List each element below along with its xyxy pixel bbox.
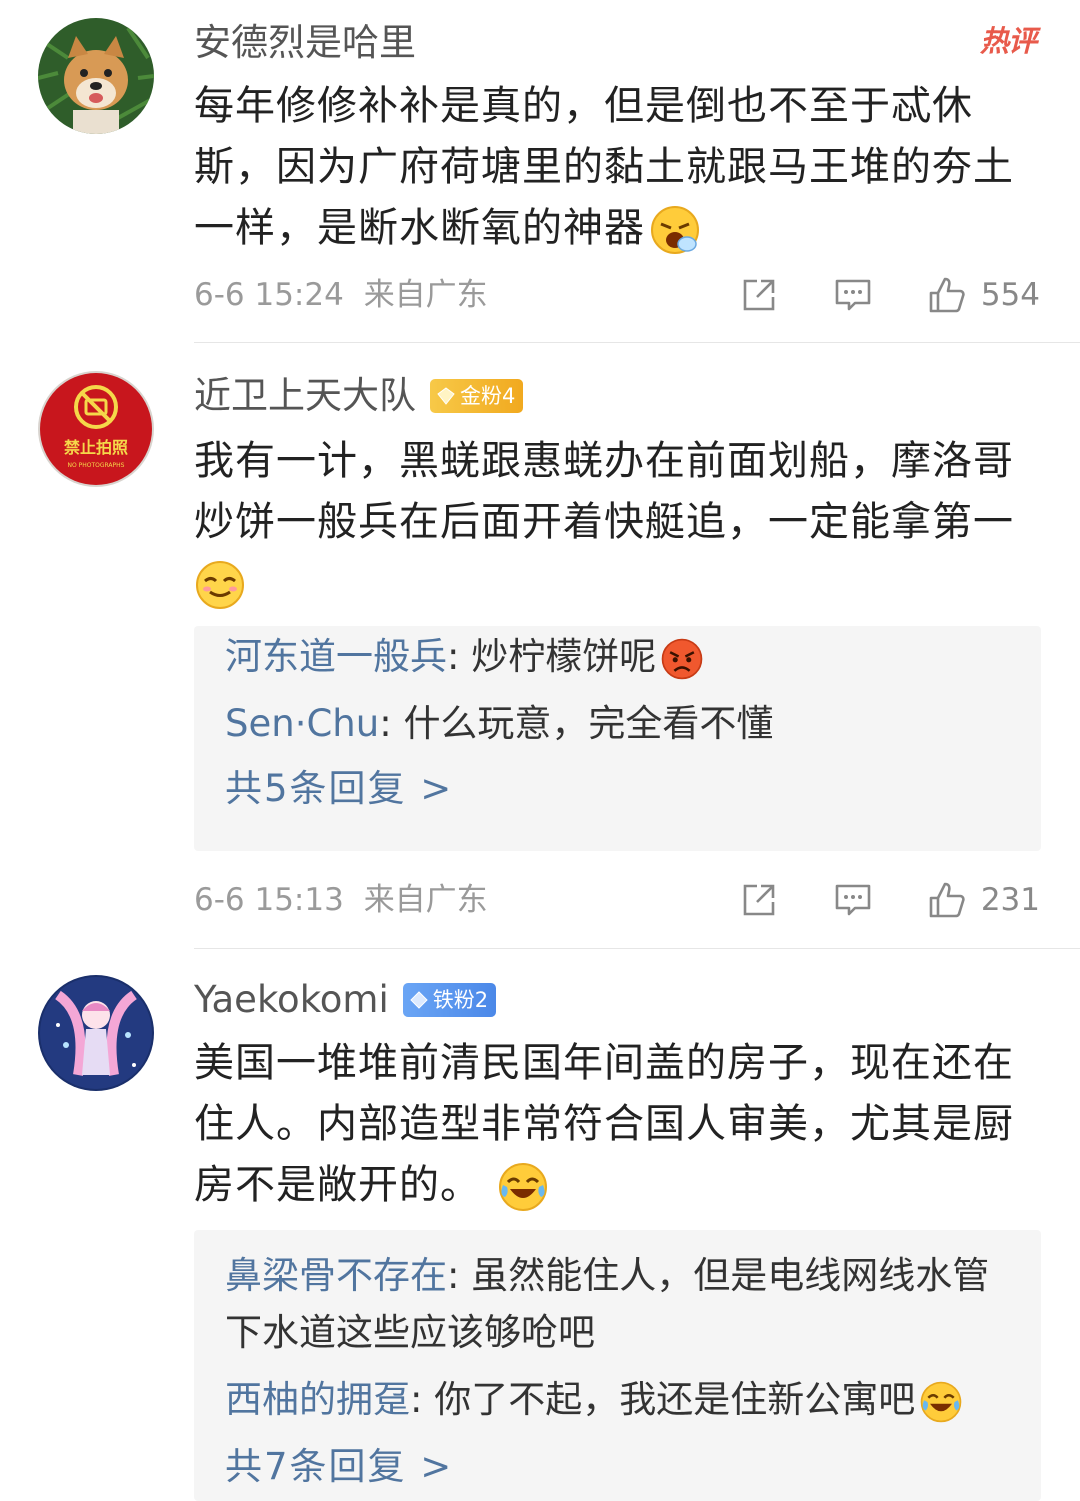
share-icon[interactable] [739, 275, 779, 315]
reply-box: 鼻梁骨不存在: 虽然能住人，但是电线网线水管下水道这些应该够呛吧 西柚的拥趸: … [194, 1230, 1041, 1501]
laughing-tears-emoji [920, 1381, 962, 1422]
username[interactable]: 近卫上天大队 [194, 373, 416, 419]
laughing-tears-emoji [499, 1163, 547, 1211]
avatar-sign-text: 禁止拍照 [64, 438, 128, 457]
comment-meta: 6-6 15:13 来自广东 [194, 880, 488, 920]
reply-item[interactable]: Sen·Chu: 什么玩意，完全看不懂 [225, 695, 1015, 752]
username[interactable]: 安德烈是哈里 [194, 20, 416, 66]
share-icon[interactable] [739, 880, 779, 920]
timestamp: 6-6 15:13 [194, 882, 344, 918]
avatar-sign-subtext: NO PHOTOGRAPHS [68, 462, 125, 469]
hot-comment-label: 热评 [979, 24, 1037, 58]
more-replies-link[interactable]: 共5条回复 > [225, 764, 453, 814]
reply-username[interactable]: 河东道一般兵 [225, 635, 447, 678]
like-count: 231 [980, 882, 1040, 918]
crying-laughing-emoji [651, 206, 699, 254]
reply-text: 你了不起，我还是住新公寓吧 [434, 1378, 916, 1421]
avatar[interactable] [38, 975, 154, 1091]
username-row: 近卫上天大队 金粉4 [194, 373, 524, 419]
diamond-icon [410, 991, 428, 1009]
reply-item[interactable]: 河东道一般兵: 炒柠檬饼呢 [225, 628, 1015, 685]
comment-text: 每年修修补补是真的，但是倒也不至于忒休斯，因为广府荷塘里的黏土就跟马王堆的夯土一… [194, 76, 1044, 259]
like-icon[interactable] [927, 880, 967, 920]
reply-username[interactable]: Sen·Chu [225, 702, 379, 745]
avatar[interactable] [38, 18, 154, 134]
fan-badge[interactable]: 金粉4 [430, 379, 524, 413]
comment-text: 我有一计，黑蜣跟惠蜣办在前面划船，摩洛哥炒饼一般兵在后面开着快艇追，一定能拿第一 [194, 431, 1044, 614]
reply-username[interactable]: 鼻梁骨不存在 [225, 1254, 447, 1297]
comment-2: 禁止拍照 NO PHOTOGRAPHS 近卫上天大队 金粉4 我有一计，黑蜣跟惠… [0, 343, 1080, 948]
comment-1: 安德烈是哈里 热评 每年修修补补是真的，但是倒也不至于忒休斯，因为广府荷塘里的黏… [0, 0, 1080, 342]
username[interactable]: Yaekokomi [194, 977, 389, 1023]
reply-item[interactable]: 西柚的拥趸: 你了不起，我还是住新公寓吧 [225, 1371, 1015, 1428]
angry-emoji [661, 638, 703, 679]
like-count: 554 [980, 277, 1040, 313]
reply-username[interactable]: 西柚的拥趸 [225, 1378, 410, 1421]
timestamp: 6-6 15:24 [194, 277, 344, 313]
comment-actions: 231 [739, 880, 1040, 920]
comment-meta: 6-6 15:24 来自广东 [194, 275, 488, 315]
avatar[interactable]: 禁止拍照 NO PHOTOGRAPHS [38, 371, 154, 487]
reply-text: 什么玩意，完全看不懂 [403, 702, 774, 745]
location: 来自广东 [363, 882, 488, 918]
comment-text: 美国一堆堆前清民国年间盖的房子，现在还在住人。内部造型非常符合国人审美，尤其是厨… [194, 1033, 1044, 1216]
username-row: 安德烈是哈里 [194, 20, 416, 66]
reply-item[interactable]: 鼻梁骨不存在: 虽然能住人，但是电线网线水管下水道这些应该够呛吧 [225, 1247, 1015, 1361]
comment-icon[interactable] [833, 880, 873, 920]
username-row: Yaekokomi 铁粉2 [194, 977, 497, 1023]
reply-text: 炒柠檬饼呢 [471, 635, 657, 678]
location: 来自广东 [363, 277, 488, 313]
comment-icon[interactable] [833, 275, 873, 315]
like-icon[interactable] [927, 275, 967, 315]
diamond-icon [437, 387, 455, 405]
fan-badge[interactable]: 铁粉2 [402, 983, 497, 1017]
smug-emoji [196, 561, 244, 609]
comment-actions: 554 [739, 275, 1040, 315]
comment-3: Yaekokomi 铁粉2 美国一堆堆前清民国年间盖的房子，现在还在住人。内部造… [0, 949, 1080, 1501]
more-replies-link[interactable]: 共7条回复 > [225, 1442, 453, 1492]
reply-box: 河东道一般兵: 炒柠檬饼呢 Sen·Chu: 什么玩意，完全看不懂 共5条回复 … [194, 626, 1041, 851]
